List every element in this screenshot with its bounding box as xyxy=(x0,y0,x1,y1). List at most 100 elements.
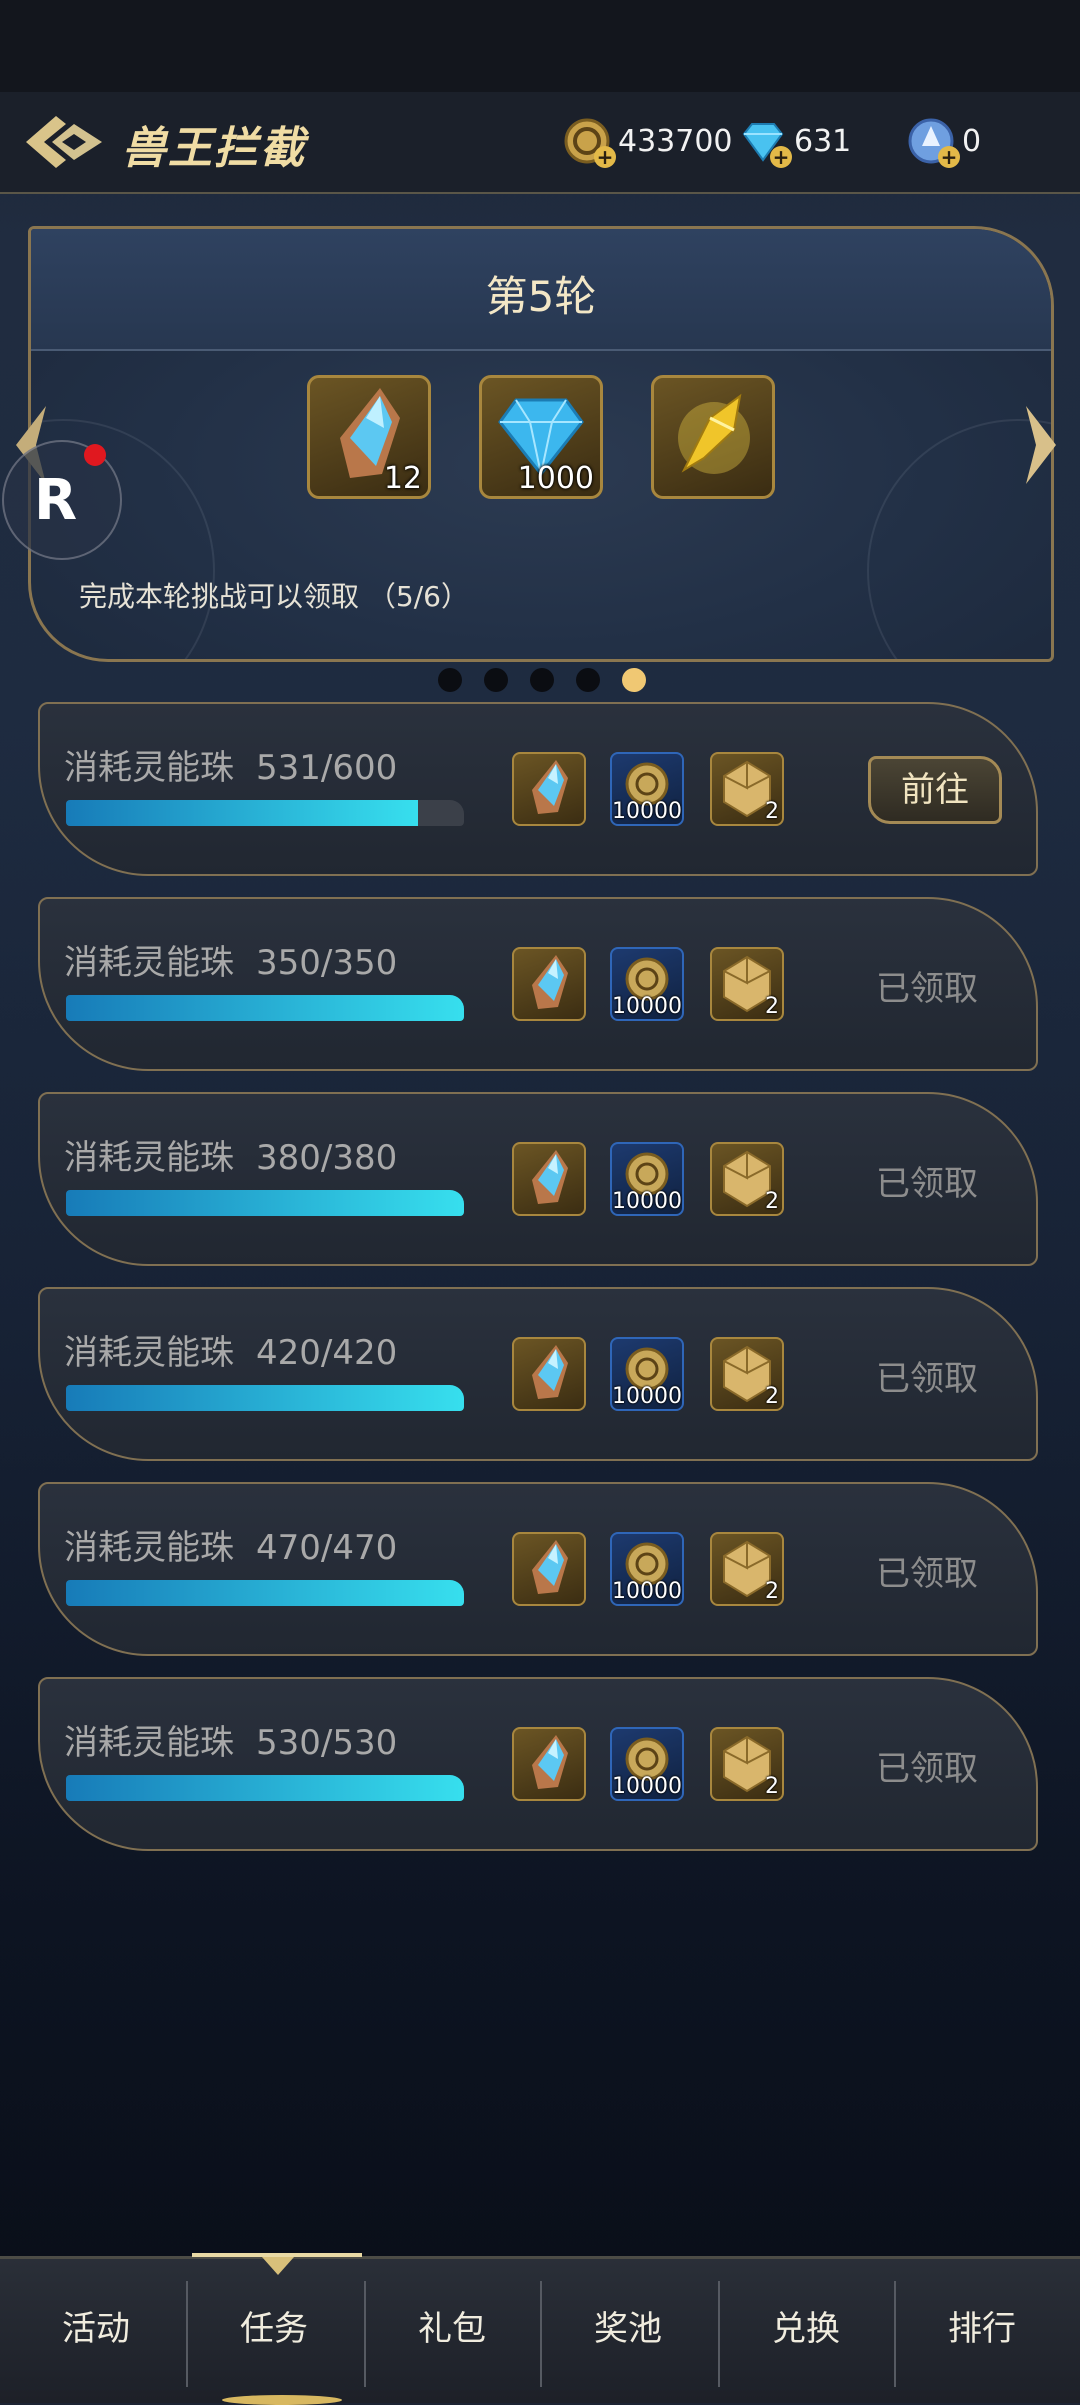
reward-coins[interactable]: 10000 xyxy=(610,752,684,826)
reward-dice-count: 2 xyxy=(765,1384,779,1409)
page-dot[interactable] xyxy=(530,668,554,692)
tab-activity[interactable]: 活动 xyxy=(8,2259,184,2403)
reward-crystal-shard[interactable] xyxy=(512,752,586,826)
gold-coin-value: 433700 xyxy=(618,123,733,159)
task-progress-text: 470/470 xyxy=(256,1528,398,1568)
task-progress-bar xyxy=(66,1580,464,1606)
crystal-shard-icon xyxy=(532,955,568,1009)
page-dot[interactable] xyxy=(484,668,508,692)
task-name: 消耗灵能珠 xyxy=(64,1333,234,1373)
diamond-balance[interactable]: + 631 xyxy=(738,114,851,168)
task-progress-text: 420/420 xyxy=(256,1333,398,1373)
reward-dice-count: 2 xyxy=(765,799,779,824)
crystal-shard-icon xyxy=(532,1735,568,1789)
reward-crystal-shard[interactable] xyxy=(512,1337,586,1411)
crystal-orb-value: 0 xyxy=(962,123,982,159)
reward-crystal-shard[interactable] xyxy=(512,1727,586,1801)
crystal-orb-balance[interactable]: + 0 xyxy=(906,114,981,168)
task-label: 消耗灵能珠 380/380 xyxy=(64,1130,397,1179)
reward-dice[interactable]: 2 xyxy=(710,752,784,826)
reward-crystal-shard[interactable] xyxy=(512,947,586,1021)
page-dot[interactable] xyxy=(576,668,600,692)
tab-prize-pool[interactable]: 奖池 xyxy=(540,2259,716,2403)
reward-dice-count: 2 xyxy=(765,1189,779,1214)
status-bar xyxy=(0,0,1080,92)
reward-coins[interactable]: 10000 xyxy=(610,1142,684,1216)
reward-coins[interactable]: 10000 xyxy=(610,1532,684,1606)
reward-coin-count: 10000 xyxy=(612,1189,682,1214)
task-label: 消耗灵能珠 470/470 xyxy=(64,1520,397,1569)
reward-dice[interactable]: 2 xyxy=(710,1337,784,1411)
tab-tasks[interactable]: 任务 xyxy=(186,2259,362,2403)
top-bar: 兽王拦截 + 433700 + 631 + 0 xyxy=(0,92,1080,194)
back-button[interactable] xyxy=(22,110,108,174)
page-dot[interactable] xyxy=(438,668,462,692)
task-progress-fill xyxy=(66,1775,464,1801)
task-progress-bar xyxy=(66,1190,464,1216)
reward-coins[interactable]: 10000 xyxy=(610,947,684,1021)
reward-coins[interactable]: 10000 xyxy=(610,1337,684,1411)
round-reward-item[interactable]: 1000 xyxy=(479,375,603,499)
crystal-shard-icon xyxy=(532,1345,568,1399)
chevron-right-icon xyxy=(1026,406,1056,484)
reward-dice[interactable]: 2 xyxy=(710,1727,784,1801)
gold-coin-balance[interactable]: + 433700 xyxy=(562,114,733,168)
task-name: 消耗灵能珠 xyxy=(64,1138,234,1178)
round-hint: 完成本轮挑战可以领取 （5/6） xyxy=(79,580,469,613)
round-page-indicator xyxy=(438,668,646,692)
claimed-status: 已领取 xyxy=(876,1359,978,1399)
reward-dice-count: 2 xyxy=(765,1774,779,1799)
tab-exchange[interactable]: 兑换 xyxy=(718,2259,894,2403)
task-row: 消耗灵能珠 470/470 10000 2 已领取 xyxy=(38,1482,1038,1656)
reward-crystal-shard[interactable] xyxy=(512,1142,586,1216)
task-progress-fill xyxy=(66,800,419,826)
tab-ranking[interactable]: 排行 xyxy=(894,2259,1070,2403)
reward-dice[interactable]: 2 xyxy=(710,1532,784,1606)
task-name: 消耗灵能珠 xyxy=(64,943,234,983)
claimed-status: 已领取 xyxy=(876,1554,978,1594)
claimed-status: 已领取 xyxy=(876,969,978,1009)
crystal-orb-icon: + xyxy=(906,116,960,168)
task-label: 消耗灵能珠 531/600 xyxy=(64,740,397,789)
round-reward-item[interactable] xyxy=(651,375,775,499)
add-crystal-icon[interactable]: + xyxy=(938,146,960,168)
task-progress-text: 350/350 xyxy=(256,943,398,983)
task-progress-text: 530/530 xyxy=(256,1723,398,1763)
add-diamond-icon[interactable]: + xyxy=(770,146,792,168)
diamond-icon: + xyxy=(738,116,792,168)
reward-coins[interactable]: 10000 xyxy=(610,1727,684,1801)
task-row: 消耗灵能珠 350/350 10000 2 已领取 xyxy=(38,897,1038,1071)
back-arrow-icon xyxy=(26,116,102,168)
task-progress-text: 380/380 xyxy=(256,1138,398,1178)
task-name: 消耗灵能珠 xyxy=(64,1528,234,1568)
task-progress-bar xyxy=(66,800,464,826)
reward-crystal-shard[interactable] xyxy=(512,1532,586,1606)
task-progress-bar xyxy=(66,1775,464,1801)
claimed-status: 已领取 xyxy=(876,1164,978,1204)
task-row: 消耗灵能珠 380/380 10000 2 已领取 xyxy=(38,1092,1038,1266)
floating-assistant-button[interactable]: R xyxy=(2,440,122,560)
task-label: 消耗灵能珠 530/530 xyxy=(64,1715,397,1764)
go-button[interactable]: 前往 xyxy=(868,756,1002,824)
task-progress-bar xyxy=(66,995,464,1021)
page-title: 兽王拦截 xyxy=(122,123,306,174)
reward-dice[interactable]: 2 xyxy=(710,1142,784,1216)
task-row: 消耗灵能珠 531/600 10000 2 前往 xyxy=(38,702,1038,876)
next-round-button[interactable] xyxy=(1018,400,1064,490)
reward-dice-count: 2 xyxy=(765,994,779,1019)
task-progress-fill xyxy=(66,1580,464,1606)
round-header: 第5轮 xyxy=(31,229,1051,351)
reward-dice[interactable]: 2 xyxy=(710,947,784,1021)
tab-gift-pack[interactable]: 礼包 xyxy=(364,2259,540,2403)
crystal-shard-icon xyxy=(532,760,568,814)
add-gold-icon[interactable]: + xyxy=(594,146,616,168)
gold-coin-icon: + xyxy=(562,116,616,168)
task-label: 消耗灵能珠 420/420 xyxy=(64,1325,397,1374)
reward-coin-count: 10000 xyxy=(612,1774,682,1799)
bottom-tab-bar: 活动 任务 礼包 奖池 兑换 排行 xyxy=(0,2253,1080,2405)
crystal-shard-icon xyxy=(532,1540,568,1594)
round-reward-item[interactable]: 12 xyxy=(307,375,431,499)
page-dot-active[interactable] xyxy=(622,668,646,692)
task-row: 消耗灵能珠 530/530 10000 2 已领取 xyxy=(38,1677,1038,1851)
reward-coin-count: 10000 xyxy=(612,1384,682,1409)
